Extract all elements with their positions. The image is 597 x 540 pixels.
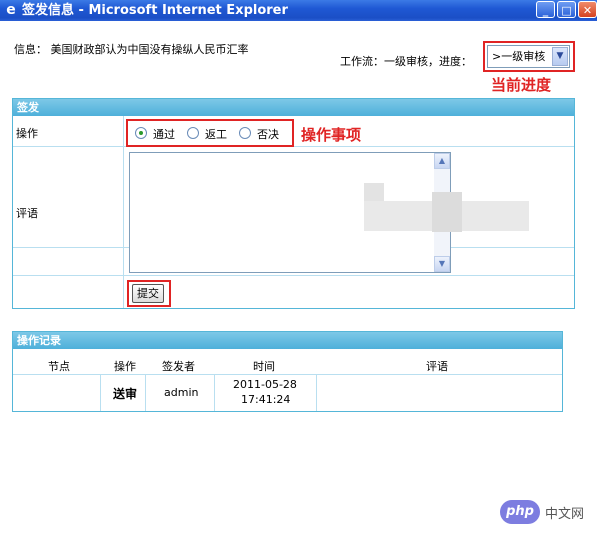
column-divider — [100, 375, 101, 411]
info-label: 信息： — [14, 43, 47, 56]
log-panel-header: 操作记录 — [13, 332, 562, 349]
blur-artifact — [364, 183, 384, 201]
watermark-logo: php — [500, 500, 540, 524]
blur-artifact — [432, 192, 462, 232]
scroll-up-icon[interactable]: ▲ — [434, 153, 450, 169]
progress-highlight-box — [483, 41, 575, 72]
cell-signer: admin — [164, 386, 199, 399]
column-header-time: 时间 — [253, 360, 275, 373]
workflow-text: 工作流：一级审核，进度： — [340, 55, 472, 68]
column-divider — [214, 375, 215, 411]
operation-highlight-box — [126, 119, 294, 147]
submit-highlight-box — [127, 280, 171, 307]
watermark-text: 中文网 — [545, 507, 585, 522]
column-header-action: 操作 — [114, 360, 136, 373]
close-button[interactable]: ✕ — [578, 1, 597, 18]
cell-action: 送审 — [113, 387, 138, 401]
row-divider — [13, 275, 574, 276]
column-divider — [145, 375, 146, 411]
info-text: 美国财政部认为中国没有操纵人民币汇率 — [50, 43, 249, 56]
column-divider — [123, 116, 124, 308]
operation-label: 操作 — [16, 127, 38, 140]
column-header-signer: 签发者 — [162, 360, 195, 373]
progress-annotation: 当前进度 — [491, 76, 552, 94]
column-header-comment: 评语 — [426, 360, 448, 373]
info-block: 信息： 美国财政部认为中国没有操纵人民币汇率 — [14, 42, 254, 57]
cell-time: 17:41:24 — [241, 393, 291, 406]
row-divider — [13, 374, 562, 375]
minimize-button[interactable]: _ — [536, 1, 555, 18]
maximize-button[interactable]: □ — [557, 1, 576, 18]
sign-panel-header: 签发 — [13, 99, 574, 116]
scroll-down-icon[interactable]: ▼ — [434, 256, 450, 272]
php-watermark: php 中文网 — [500, 500, 593, 524]
column-divider — [316, 375, 317, 411]
ie-page-icon: e — [6, 2, 16, 18]
window-titlebar[interactable]: e 签发信息 - Microsoft Internet Explorer _ □… — [0, 0, 597, 21]
window-title: 签发信息 - Microsoft Internet Explorer — [22, 3, 288, 18]
cell-date: 2011-05-28 — [233, 378, 297, 391]
comment-label: 评语 — [16, 207, 38, 220]
operation-annotation: 操作事项 — [301, 126, 362, 144]
column-header-node: 节点 — [48, 360, 70, 373]
